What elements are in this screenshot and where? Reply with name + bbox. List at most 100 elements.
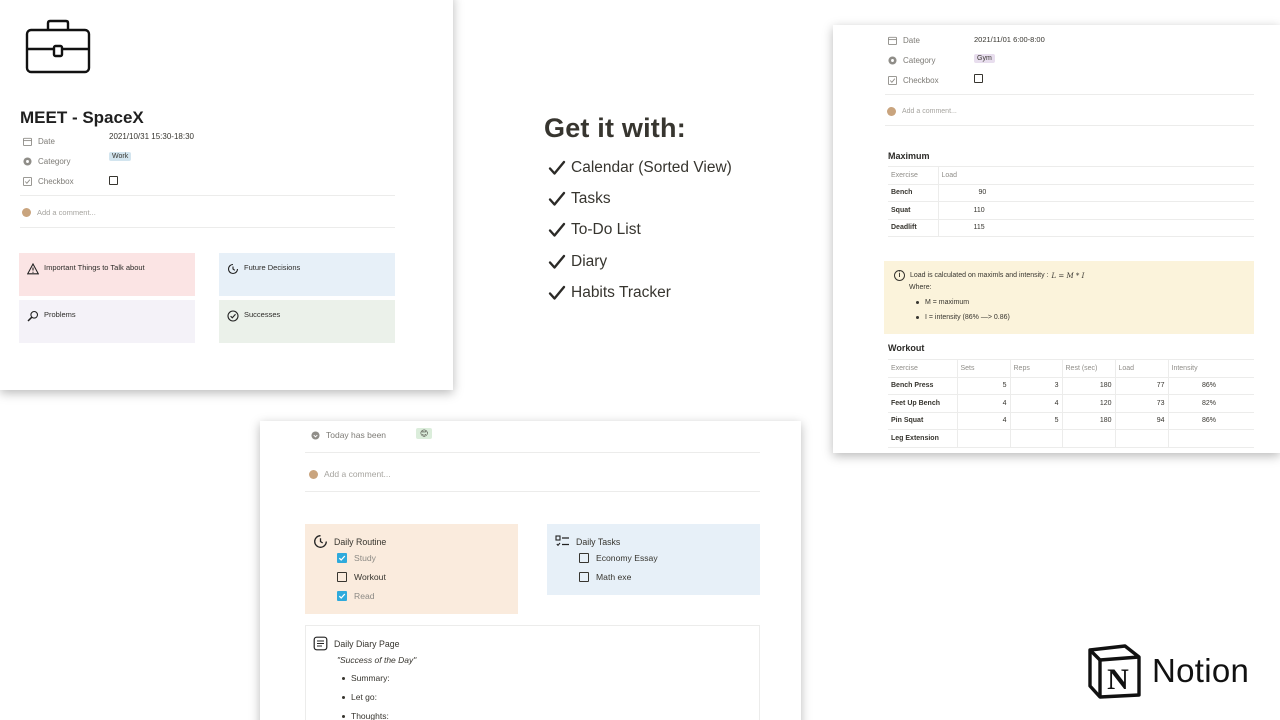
table-cell[interactable]: 5 xyxy=(956,377,1010,395)
checkbox[interactable] xyxy=(579,553,589,563)
checked-checkbox[interactable] xyxy=(337,553,347,563)
checkbox[interactable] xyxy=(579,572,589,582)
checkbox[interactable] xyxy=(109,176,118,185)
column-header[interactable]: Intensity xyxy=(1167,359,1254,378)
comment-input[interactable]: Add a comment... xyxy=(22,208,96,217)
table-row[interactable]: Pin Squat 4 5 180 94 86% xyxy=(888,412,1254,430)
table-cell[interactable]: 5 xyxy=(1009,412,1062,430)
table-cell[interactable]: 94 xyxy=(1114,412,1168,430)
checkbox-property[interactable]: Checkbox xyxy=(22,176,74,186)
column-header[interactable]: Sets xyxy=(956,359,1010,378)
property-label: Date xyxy=(903,35,920,45)
table-cell[interactable]: Deadlift xyxy=(888,219,938,237)
table-row[interactable]: Deadlift 115 xyxy=(888,219,1254,237)
callout-important-things[interactable]: Important Things to Talk about xyxy=(19,253,195,296)
table-cell[interactable]: 4 xyxy=(1009,394,1062,413)
maximum-table[interactable]: Exercise Load Bench 90 Squat 110 Deadlift 1… xyxy=(888,166,1254,237)
column-header[interactable]: Exercise xyxy=(888,359,957,378)
date-value[interactable]: 2021/10/31 15:30-18:30 xyxy=(109,132,194,141)
workout-heading: Workout xyxy=(888,343,925,353)
table-cell[interactable]: 110 xyxy=(937,201,1254,220)
callout-future-decisions[interactable]: Future Decisions xyxy=(219,253,395,296)
table-cell[interactable]: 3 xyxy=(1009,377,1062,395)
table-cell[interactable]: 4 xyxy=(956,394,1010,413)
checkmark-icon xyxy=(548,223,566,237)
today-value-wrap: 😊 xyxy=(416,428,433,439)
callout-label: Successes xyxy=(244,310,281,319)
checkbox-value[interactable] xyxy=(974,74,983,85)
formula-line: i Load is calculated on maximls and inte… xyxy=(894,270,1084,281)
category-value-wrap: Gym xyxy=(974,53,995,63)
column-header[interactable]: Load xyxy=(937,166,1254,185)
table-cell[interactable]: 77 xyxy=(1114,377,1168,395)
table-cell[interactable]: Pin Squat xyxy=(888,412,957,430)
table-cell[interactable]: 82% xyxy=(1167,394,1254,413)
category-tag[interactable]: Work xyxy=(109,152,132,161)
table-cell[interactable] xyxy=(1167,429,1254,448)
callout-title: Daily Routine xyxy=(334,536,387,547)
table-cell[interactable]: Leg Extension xyxy=(888,429,957,448)
checkbox[interactable] xyxy=(337,572,347,582)
column-header[interactable]: Load xyxy=(1114,359,1168,378)
comment-input[interactable]: Add a comment... xyxy=(309,469,391,479)
clock-icon xyxy=(314,535,327,548)
todo-item[interactable]: Workout xyxy=(337,572,386,582)
today-property[interactable]: Today has been xyxy=(310,430,386,440)
checkbox-property[interactable]: Checkbox xyxy=(887,75,939,85)
page-link-title[interactable]: Daily Diary Page xyxy=(334,639,400,649)
table-cell[interactable]: 180 xyxy=(1061,377,1115,395)
comment-input[interactable]: Add a comment... xyxy=(887,107,957,116)
mood-tag[interactable]: 😊 xyxy=(416,428,433,439)
property-label: Today has been xyxy=(326,430,387,440)
table-cell[interactable]: Squat xyxy=(888,201,938,220)
table-row[interactable]: Bench Press 5 3 180 77 86% xyxy=(888,377,1254,395)
table-cell[interactable]: 73 xyxy=(1114,394,1168,413)
table-cell[interactable]: 120 xyxy=(1061,394,1115,413)
todo-item[interactable]: Math exe xyxy=(579,572,631,582)
date-property[interactable]: Date xyxy=(22,136,55,146)
table-cell[interactable]: 86% xyxy=(1167,377,1254,395)
todo-item[interactable]: Study xyxy=(337,553,376,563)
diary-page-block[interactable]: Daily Diary Page "Success of the Day" Su… xyxy=(305,625,760,720)
category-tag[interactable]: Gym xyxy=(974,54,995,63)
table-cell[interactable] xyxy=(1114,429,1168,448)
table-cell[interactable]: 180 xyxy=(1061,412,1115,430)
table-cell[interactable] xyxy=(1061,429,1115,448)
todo-item[interactable]: Economy Essay xyxy=(579,553,658,563)
table-row[interactable]: Bench 90 xyxy=(888,184,1254,202)
checkbox[interactable] xyxy=(974,74,983,83)
table-cell[interactable]: 4 xyxy=(956,412,1010,430)
table-cell[interactable] xyxy=(956,429,1010,448)
feature-label: Habits Tracker xyxy=(571,283,671,301)
divider xyxy=(20,227,395,228)
column-header[interactable]: Exercise xyxy=(888,166,938,185)
notion-wordmark: Notion xyxy=(1152,652,1250,689)
table-cell[interactable]: Bench xyxy=(888,184,938,202)
meet-page-card: MEET - SpaceX Date 2021/10/31 15:30-18:3… xyxy=(0,0,453,390)
features-heading: Get it with: xyxy=(544,113,686,143)
workout-table[interactable]: Exercise Sets Reps Rest (sec) Load Inten… xyxy=(888,359,1254,448)
date-property[interactable]: Date xyxy=(887,35,920,45)
table-cell[interactable]: 86% xyxy=(1167,412,1254,430)
table-cell[interactable] xyxy=(1009,429,1062,448)
table-cell[interactable]: 90 xyxy=(937,184,1254,202)
checked-checkbox[interactable] xyxy=(337,591,347,601)
table-row[interactable]: Feet Up Bench 4 4 120 73 82% xyxy=(888,394,1254,413)
table-row[interactable]: Leg Extension xyxy=(888,429,1254,448)
checkbox-value[interactable] xyxy=(109,176,118,187)
callout-problems[interactable]: Problems xyxy=(19,300,195,343)
table-cell[interactable]: Bench Press xyxy=(888,377,957,395)
bullet-item: Summary: xyxy=(342,673,390,683)
table-row[interactable]: Squat 110 xyxy=(888,201,1254,220)
table-cell[interactable]: Feet Up Bench xyxy=(888,394,957,413)
category-property[interactable]: Category xyxy=(887,55,935,65)
table-cell[interactable]: 115 xyxy=(937,219,1254,237)
callout-successes[interactable]: Successes xyxy=(219,300,395,343)
column-header[interactable]: Reps xyxy=(1009,359,1062,378)
features-section: Get it with: Calendar (Sorted View) Task… xyxy=(544,113,732,308)
todo-item[interactable]: Read xyxy=(337,591,375,601)
category-property[interactable]: Category xyxy=(22,156,70,166)
date-value[interactable]: 2021/11/01 6:00-8:00 xyxy=(974,35,1045,44)
column-header[interactable]: Rest (sec) xyxy=(1061,359,1115,378)
bullet-dot xyxy=(916,315,919,319)
